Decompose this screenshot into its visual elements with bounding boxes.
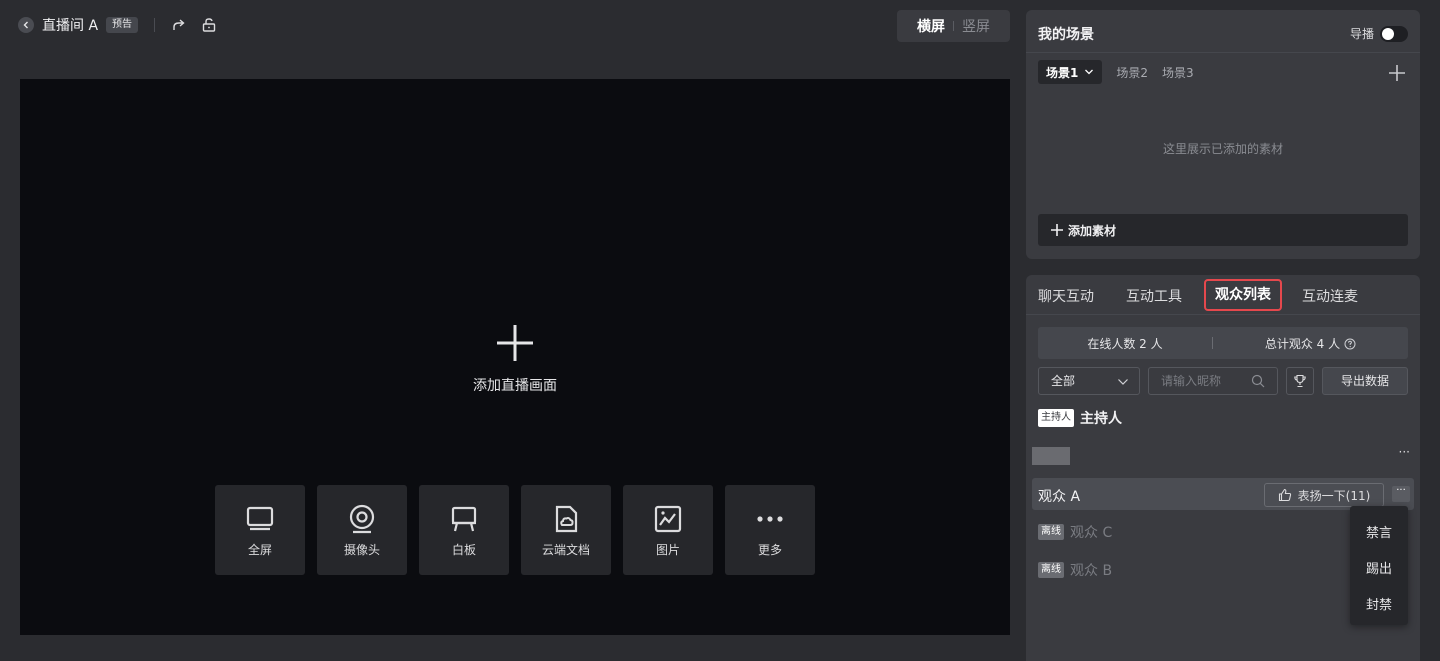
source-label: 图片 [655,542,680,557]
portrait-option[interactable]: 竖屏 [954,16,998,36]
scene-panel: 我的场景 导播 场景1 场景2 场景3 这里展示已添加的素材 添加素材 [1026,10,1420,259]
interaction-panel: 聊天互动 互动工具 观众列表 互动连麦 在线人数 2 人 总计观众 4 人 全部… [1026,275,1420,661]
row-more-button[interactable]: ··· [1399,445,1410,459]
audience-stats: 在线人数 2 人 总计观众 4 人 [1038,327,1408,359]
search-icon[interactable] [1251,374,1265,388]
unlock-icon [202,18,216,32]
more-dots-icon [757,515,783,522]
menu-item-mute[interactable]: 禁言 [1350,522,1408,541]
leaderboard-button[interactable] [1286,367,1314,395]
share-button[interactable] [170,16,188,34]
audience-name: 观众 C [1070,525,1113,541]
audience-filter-select[interactable]: 全部 [1038,367,1140,395]
add-live-view-button[interactable]: 添加直播画面 [460,319,570,395]
add-material-button[interactable]: 添加素材 [1038,214,1408,246]
offline-badge: 离线 [1038,524,1064,540]
empty-materials-tip: 这里展示已添加的素材 [1162,142,1283,156]
total-count-group: 总计观众 4 人 [1213,335,1408,352]
source-image[interactable]: 图片 [623,485,713,575]
source-toolbar: 全屏 摄像头 白板 云端文档 图片 更多 [215,485,815,575]
tab-audience-list[interactable]: 观众列表 [1204,279,1282,311]
host-row: 主持人 主持人 [1038,408,1122,428]
source-more[interactable]: 更多 [725,485,815,575]
scene-tab-1[interactable]: 场景1 [1038,60,1103,84]
audience-name: 观众 A [1038,489,1081,505]
trophy-icon [1294,374,1306,388]
whiteboard-icon [451,506,477,531]
scene-tab-3[interactable]: 场景3 [1162,64,1194,81]
plus-icon [1051,224,1063,236]
help-icon[interactable] [1344,338,1356,350]
audience-filters: 全部 导出数据 [1038,367,1408,395]
add-live-view-label: 添加直播画面 [473,378,557,394]
cloud-doc-icon [555,505,578,532]
orientation-switch: 横屏 竖屏 [897,10,1010,42]
toggle-knob [1382,27,1394,40]
monitor-icon [246,506,274,530]
host-badge: 主持人 [1038,409,1074,427]
total-count: 总计观众 4 人 [1264,337,1341,351]
tab-chat[interactable]: 聊天互动 [1038,286,1094,306]
source-label: 云端文档 [541,542,590,557]
list-item: 离线 观众 C [1038,522,1112,542]
host-name: 主持人 [1080,411,1122,427]
add-material-label: 添加素材 [1068,223,1117,238]
divider [1026,52,1420,53]
chevron-down-icon [1118,379,1128,385]
chevron-left-icon [23,21,28,29]
online-count: 在线人数 2 人 [1087,337,1163,351]
scene-panel-title: 我的场景 [1038,27,1094,43]
webcam-icon [349,504,375,533]
export-data-button[interactable]: 导出数据 [1322,367,1408,395]
image-icon [654,505,682,532]
menu-item-ban[interactable]: 封禁 [1350,594,1408,613]
tab-co-host[interactable]: 互动连麦 [1302,286,1358,306]
back-button[interactable] [18,17,34,33]
scene-tabs: 场景1 场景2 场景3 [1038,60,1194,84]
source-whiteboard[interactable]: 白板 [419,485,509,575]
plus-icon [497,325,533,361]
chevron-down-icon [1085,69,1094,75]
praise-button[interactable]: 表扬一下(11) [1264,483,1384,507]
director-label: 导播 [1349,27,1374,41]
source-camera[interactable]: 摄像头 [317,485,407,575]
director-toggle-group: 导播 [1350,25,1408,42]
live-stage: 添加直播画面 全屏 摄像头 白板 云端文档 图片 更多 [20,79,1010,635]
director-toggle[interactable] [1380,25,1408,42]
add-scene-icon[interactable] [1388,64,1406,82]
source-cloud-doc[interactable]: 云端文档 [521,485,611,575]
selected-filter: 全部 [1051,374,1076,388]
preview-badge: 预告 [106,17,138,33]
thumbs-up-icon [1278,488,1291,502]
list-item: ··· [1032,445,1414,467]
source-label: 全屏 [247,542,272,557]
scene-tab-label: 场景1 [1046,65,1079,80]
room-title: 直播间 A [42,18,99,34]
audience-name: 观众 B [1070,563,1113,579]
scene-tab-2[interactable]: 场景2 [1116,64,1148,81]
source-fullscreen[interactable]: 全屏 [215,485,305,575]
unlock-button[interactable] [200,16,218,34]
offline-badge: 离线 [1038,562,1064,578]
list-item: 离线 观众 B [1038,560,1112,580]
source-label: 摄像头 [343,542,380,557]
praise-label: 表扬一下(11) [1297,488,1371,503]
tab-tools[interactable]: 互动工具 [1126,286,1182,306]
redacted-avatar [1032,447,1070,465]
source-label: 更多 [757,542,782,557]
row-more-button-active[interactable]: ··· [1392,486,1410,502]
menu-item-kick[interactable]: 踢出 [1350,558,1408,577]
landscape-option[interactable]: 横屏 [909,16,953,36]
share-icon [173,19,185,30]
interaction-tabs: 聊天互动 互动工具 观众列表 互动连麦 [1026,275,1420,315]
source-label: 白板 [451,542,476,557]
top-bar: 直播间 A 预告 横屏 竖屏 [0,0,1020,50]
audience-action-menu: 禁言 踢出 封禁 [1350,506,1408,625]
divider [154,18,155,32]
